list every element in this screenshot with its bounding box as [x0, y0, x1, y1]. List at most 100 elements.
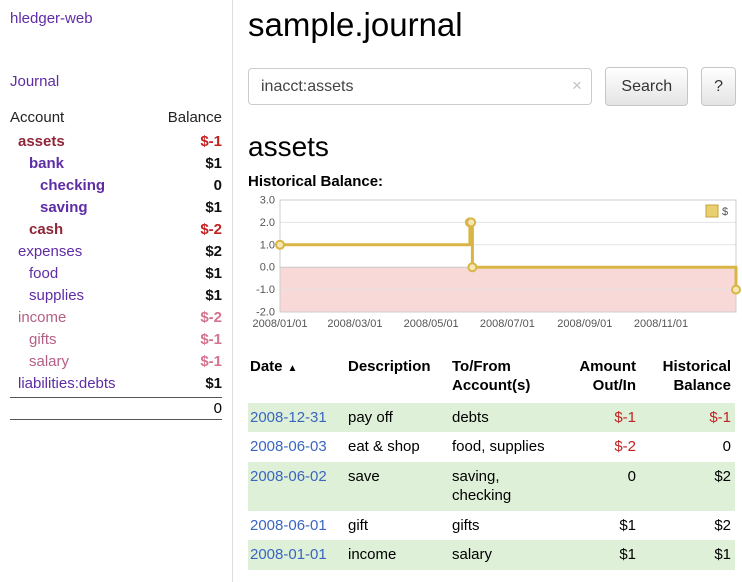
column-header-to-from-account-s: To/From Account(s) [448, 356, 558, 403]
account-balance: $1 [205, 265, 222, 282]
chart-x-tick-label: 2008/09/01 [557, 318, 612, 330]
transaction-date-cell: 2008-06-02 [248, 462, 344, 511]
account-link[interactable]: salary [10, 353, 69, 370]
transaction-date-cell: 2008-06-03 [248, 432, 344, 462]
transaction-accounts: debts [448, 403, 558, 433]
account-row: saving $1 [10, 197, 222, 219]
transaction-description: gift [344, 511, 448, 541]
transaction-accounts: salary [448, 540, 558, 570]
page-title: sample.journal [248, 6, 736, 44]
transaction-description: eat & shop [344, 432, 448, 462]
account-row: checking 0 [10, 175, 222, 197]
account-row: salary $-1 [10, 351, 222, 373]
account-link[interactable]: liabilities:debts [10, 375, 116, 392]
transactions-table: Date▲DescriptionTo/From Account(s)Amount… [248, 356, 735, 570]
account-balance: $1 [205, 287, 222, 304]
account-link[interactable]: gifts [10, 331, 57, 348]
chart-point [468, 263, 476, 271]
transaction-date-link[interactable]: 2008-06-02 [250, 468, 327, 485]
hledger-web-app: hledger-web Journal Account Balance asse… [0, 0, 742, 582]
account-balance: $-1 [200, 331, 222, 348]
account-link[interactable]: supplies [10, 287, 84, 304]
chart-y-tick-label: 1.0 [260, 239, 275, 251]
account-link[interactable]: saving [10, 199, 88, 216]
chart-y-tick-label: 3.0 [260, 195, 275, 207]
transaction-amount: $1 [558, 511, 640, 541]
account-balance: 0 [214, 177, 222, 194]
account-link[interactable]: checking [10, 177, 105, 194]
chart-y-tick-label: 0.0 [260, 262, 275, 274]
chart-x-tick-label: 2008/05/01 [404, 318, 459, 330]
account-balance: $1 [205, 375, 222, 392]
account-balance: $1 [205, 199, 222, 216]
historical-balance-chart: 3.02.01.00.0-1.0-2.02008/01/012008/03/01… [248, 194, 742, 346]
transaction-date-cell: 2008-01-01 [248, 540, 344, 570]
transaction-date-cell: 2008-12-31 [248, 403, 344, 433]
chart-point [732, 286, 740, 294]
transaction-balance: $2 [640, 462, 735, 511]
account-row: food $1 [10, 263, 222, 285]
accounts-list: assets$-1bank$1checking0saving$1cash$-2e… [10, 131, 222, 395]
account-column-header: Account [10, 109, 64, 126]
main-content: sample.journal ✕ Search ? assets Histori… [233, 0, 742, 582]
account-balance: $-1 [200, 133, 222, 150]
transaction-amount: $-1 [558, 403, 640, 433]
chart-svg: 3.02.01.00.0-1.0-2.02008/01/012008/03/01… [248, 194, 742, 346]
sort-ascending-icon: ▲ [288, 363, 298, 374]
balance-column-header: Balance [168, 109, 222, 126]
search-input[interactable] [248, 68, 592, 105]
column-header-date[interactable]: Date▲ [248, 356, 344, 403]
account-balance: $-2 [200, 309, 222, 326]
transactions-table-head: Date▲DescriptionTo/From Account(s)Amount… [248, 356, 735, 403]
transaction-row: 2008-06-01 giftgifts$1$2 [248, 511, 735, 541]
transaction-amount: $-2 [558, 432, 640, 462]
chart-x-tick-label: 2008/01/01 [252, 318, 307, 330]
transaction-row: 2008-06-02 savesaving, checking0$2 [248, 462, 735, 511]
transaction-accounts: saving, checking [448, 462, 558, 511]
chart-x-tick-label: 2008/03/01 [327, 318, 382, 330]
transaction-date-link[interactable]: 2008-06-01 [250, 517, 327, 534]
account-link[interactable]: bank [10, 155, 64, 172]
search-box: ✕ [248, 68, 592, 105]
chart-title: Historical Balance: [248, 173, 736, 190]
transaction-date-link[interactable]: 2008-01-01 [250, 546, 327, 563]
section-title: assets [248, 131, 736, 163]
transaction-description: income [344, 540, 448, 570]
transaction-row: 2008-01-01incomesalary$1$1 [248, 540, 735, 570]
sidebar: hledger-web Journal Account Balance asse… [0, 0, 233, 582]
transaction-balance: $-1 [640, 403, 735, 433]
transaction-date-link[interactable]: 2008-06-03 [250, 438, 327, 455]
transaction-date-link[interactable]: 2008-12-31 [250, 409, 327, 426]
account-row: supplies $1 [10, 285, 222, 307]
transaction-balance: $1 [640, 540, 735, 570]
account-link[interactable]: income [10, 309, 66, 326]
account-link[interactable]: expenses [10, 243, 82, 260]
account-row: income $-2 [10, 307, 222, 329]
help-button[interactable]: ? [701, 67, 736, 106]
account-balance: $-1 [200, 353, 222, 370]
app-title-link[interactable]: hledger-web [10, 10, 232, 27]
transaction-description: pay off [344, 403, 448, 433]
account-row: bank$1 [10, 153, 222, 175]
transaction-balance: 0 [640, 432, 735, 462]
transaction-amount: 0 [558, 462, 640, 511]
transaction-balance: $2 [640, 511, 735, 541]
transaction-accounts: gifts [448, 511, 558, 541]
column-header-amount-out-in: Amount Out/In [558, 356, 640, 403]
clear-search-icon[interactable]: ✕ [571, 78, 582, 94]
account-balance: $-2 [200, 221, 222, 238]
accounts-total-row: 0 [10, 397, 222, 420]
sidebar-item-journal[interactable]: Journal [10, 73, 232, 90]
transactions-table-body: 2008-12-31pay offdebts$-1$-12008-06-03ea… [248, 403, 735, 570]
account-link[interactable]: assets [10, 133, 65, 150]
account-link[interactable]: cash [10, 221, 63, 238]
chart-point [467, 218, 475, 226]
chart-point [276, 241, 284, 249]
chart-legend-label: $ [722, 206, 728, 218]
accounts-table-header: Account Balance [10, 106, 222, 131]
account-row: expenses$2 [10, 241, 222, 263]
search-button[interactable]: Search [605, 67, 688, 106]
account-link[interactable]: food [10, 265, 58, 282]
transaction-description: save [344, 462, 448, 511]
transaction-date-cell: 2008-06-01 [248, 511, 344, 541]
